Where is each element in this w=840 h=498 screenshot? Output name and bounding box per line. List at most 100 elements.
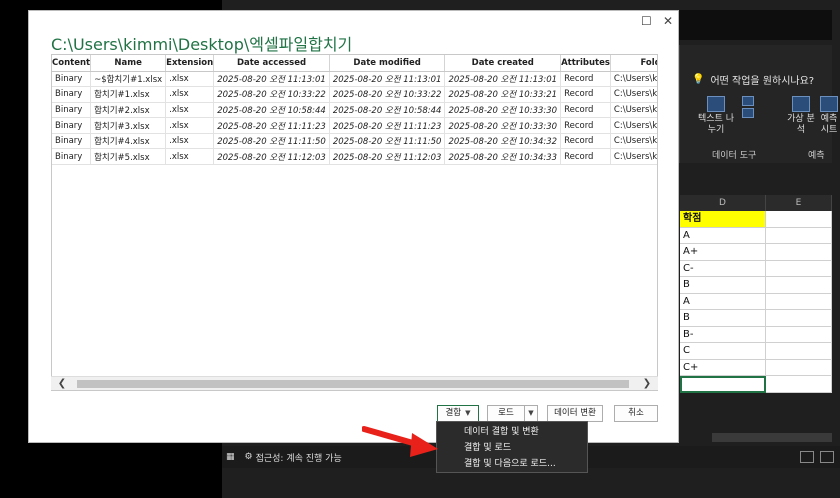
scroll-right-icon[interactable]: ❯ (640, 377, 654, 391)
chevron-down-icon[interactable]: ▼ (465, 409, 470, 417)
cell-date-created: 2025-08-20 오전 10:34:32 (444, 133, 562, 150)
cell-e[interactable] (766, 359, 832, 376)
cell-d[interactable]: A (680, 227, 766, 244)
cell-date-accessed: 2025-08-20 오전 11:12:03 (213, 148, 330, 166)
column-d-cells: 학점 A A+ C- B A B B- C C+ (680, 211, 766, 409)
tell-me-label: 어떤 작업을 원하시나요? (710, 76, 815, 87)
tell-me-search[interactable]: 💡 어떤 작업을 원하시나요? (692, 72, 814, 87)
what-if-label: 가상 분석 (787, 114, 815, 135)
cancel-button[interactable]: 취소 (614, 405, 658, 422)
cell-d[interactable]: B (680, 310, 766, 327)
combine-label: 결합 (445, 408, 462, 418)
menu-combine-load-to[interactable]: 결합 및 다음으로 로드... (437, 456, 587, 472)
text-to-columns-button[interactable]: 텍스트 나누기 (698, 96, 734, 136)
cell-extension: .xlsx (165, 133, 215, 150)
column-header[interactable]: Date modified (329, 55, 446, 72)
cell-attributes: Record (560, 86, 611, 103)
table-row[interactable]: Binary 합치기#1.xlsx .xlsx 2025-08-20 오전 10… (52, 86, 657, 103)
cell-d[interactable]: A+ (680, 244, 766, 261)
cell-name: 합치기#5.xlsx (90, 148, 167, 166)
macro-icon[interactable]: ▦ (226, 452, 235, 462)
cell-d[interactable]: B- (680, 326, 766, 343)
column-header[interactable]: Date accessed (213, 55, 330, 72)
column-header[interactable]: Attributes (560, 55, 611, 72)
cell-d[interactable]: C+ (680, 359, 766, 376)
cell-date-created: 2025-08-20 오전 10:34:33 (444, 148, 562, 166)
transform-data-button[interactable]: 데이터 변환 (547, 405, 603, 422)
cell-name: 합치기#4.xlsx (90, 133, 167, 150)
load-button[interactable]: 로드 (487, 405, 525, 422)
cell-folder: C:\Users\kimmi\De (610, 86, 657, 103)
load-dropdown-button[interactable]: ▼ (524, 405, 538, 422)
accessibility-status[interactable]: 접근성: 계속 진행 가능 (256, 451, 342, 464)
data-tools-small-icons[interactable] (735, 96, 761, 120)
cell-e[interactable] (766, 260, 832, 277)
table-horizontal-scrollbar[interactable]: ❮ ❯ (51, 376, 658, 390)
cell-d-header[interactable]: 학점 (680, 211, 766, 228)
cell-e[interactable] (766, 277, 832, 294)
table-row[interactable]: Binary 합치기#4.xlsx .xlsx 2025-08-20 오전 11… (52, 133, 657, 150)
group-data-tools-label: 데이터 도구 (712, 151, 757, 161)
table-row[interactable]: Binary 합치기#3.xlsx .xlsx 2025-08-20 오전 11… (52, 117, 657, 134)
cell-date-accessed: 2025-08-20 오전 10:58:44 (213, 102, 330, 119)
column-header[interactable]: Date created (444, 55, 562, 72)
cell-extension: .xlsx (165, 117, 215, 134)
column-header[interactable]: Extension (165, 55, 215, 72)
table-row[interactable]: Binary ~$합치기#1.xlsx .xlsx 2025-08-20 오전 … (52, 71, 657, 88)
table-row[interactable]: Binary 합치기#2.xlsx .xlsx 2025-08-20 오전 10… (52, 102, 657, 119)
cancel-label: 취소 (628, 408, 644, 418)
cell-extension: .xlsx (165, 86, 215, 103)
cell-attributes: Record (560, 102, 611, 119)
cell-e[interactable] (766, 310, 832, 327)
cell-date-accessed: 2025-08-20 오전 10:33:22 (213, 86, 330, 103)
cell-content: Binary (52, 117, 92, 134)
table-header-row: Content Name Extension Date accessed Dat… (52, 55, 657, 72)
cell-d[interactable]: C- (680, 260, 766, 277)
what-if-analysis-button[interactable]: 가상 분석 (786, 96, 816, 136)
cell-attributes: Record (560, 117, 611, 134)
column-header[interactable]: Content (52, 55, 92, 72)
cell-d-selected[interactable] (680, 376, 766, 393)
cell-e[interactable] (766, 293, 832, 310)
cell-d[interactable]: A (680, 293, 766, 310)
maximize-icon[interactable]: ☐ (641, 14, 652, 28)
scrollbar-thumb[interactable] (77, 380, 629, 388)
folder-combine-dialog: ☐ ✕ C:\Users\kimmi\Desktop\엑셀파일합치기 Conte… (28, 10, 679, 443)
menu-combine-load[interactable]: 결합 및 로드 (437, 440, 587, 456)
cell-date-accessed: 2025-08-20 오전 11:11:50 (213, 133, 330, 150)
cell-d-empty (680, 392, 766, 409)
cell-e[interactable] (766, 211, 832, 228)
cell-extension: .xlsx (165, 71, 215, 88)
close-icon[interactable]: ✕ (663, 14, 673, 28)
cell-d[interactable]: C (680, 343, 766, 360)
cell-e[interactable] (766, 343, 832, 360)
combine-dropdown-menu: 데이터 결합 및 변환 결합 및 로드 결합 및 다음으로 로드... (436, 421, 588, 473)
cell-date-modified: 2025-08-20 오전 11:12:03 (329, 148, 446, 166)
menu-combine-transform[interactable]: 데이터 결합 및 변환 (437, 424, 587, 440)
cell-name: 합치기#1.xlsx (90, 86, 167, 103)
page-layout-icon[interactable] (820, 451, 834, 463)
forecast-sheet-button[interactable]: 예측 시트 (818, 96, 840, 136)
cell-e[interactable] (766, 376, 832, 393)
cell-attributes: Record (560, 133, 611, 150)
lightbulb-icon: 💡 (692, 74, 705, 85)
table-row[interactable]: Binary 합치기#5.xlsx .xlsx 2025-08-20 오전 11… (52, 148, 657, 166)
cell-date-modified: 2025-08-20 오전 10:58:44 (329, 102, 446, 119)
transform-label: 데이터 변환 (554, 408, 596, 418)
accessibility-icon: ⚙ (244, 452, 253, 462)
cell-e[interactable] (766, 326, 832, 343)
column-header-d[interactable]: D (680, 195, 766, 211)
scroll-left-icon[interactable]: ❮ (55, 377, 69, 391)
combine-button[interactable]: 결합 ▼ (437, 405, 479, 422)
cell-e[interactable] (766, 244, 832, 261)
forecast-icon (820, 96, 838, 112)
column-header-e[interactable]: E (766, 195, 832, 211)
cell-date-accessed: 2025-08-20 오전 11:13:01 (213, 71, 330, 88)
cell-e[interactable] (766, 227, 832, 244)
sheet-horizontal-scrollbar[interactable] (712, 433, 832, 442)
cell-d[interactable]: B (680, 277, 766, 294)
normal-view-icon[interactable] (800, 451, 814, 463)
cell-date-created: 2025-08-20 오전 11:13:01 (444, 71, 562, 88)
column-header[interactable]: Name (90, 55, 167, 72)
column-header[interactable]: Folde (610, 55, 657, 72)
